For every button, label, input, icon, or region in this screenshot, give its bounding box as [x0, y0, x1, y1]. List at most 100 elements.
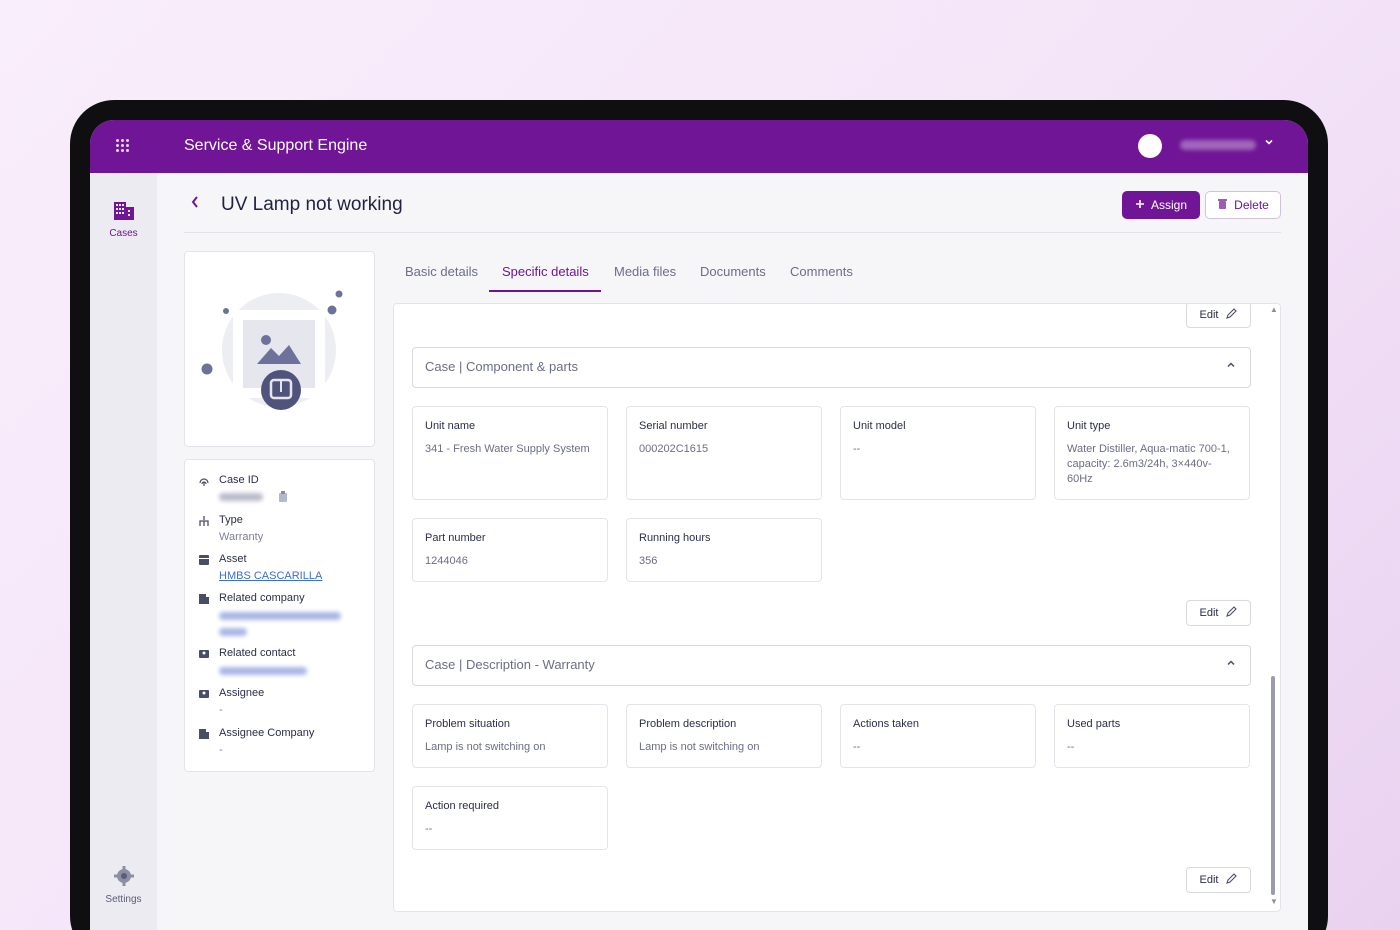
hierarchy-icon — [198, 515, 210, 527]
chevron-left-icon — [191, 196, 198, 208]
chevron-up-icon[interactable] — [1226, 657, 1236, 671]
scroll-up-arrow-icon[interactable]: ▲ — [1270, 305, 1278, 314]
specific-details-panel: Edit Case | Component & parts Unit name … — [393, 303, 1281, 912]
field-label: Part number — [425, 532, 486, 544]
edit-button-label: Edit — [1199, 607, 1219, 619]
case-id-label: Case ID — [219, 474, 259, 486]
type-label: Type — [219, 514, 243, 526]
image-placeholder-illustration — [201, 290, 343, 410]
field-value: 341 - Fresh Water Supply System — [425, 443, 590, 455]
field-used-parts: Used parts -- — [1054, 704, 1250, 768]
field-value: -- — [853, 443, 861, 455]
field-label: Action required — [425, 800, 499, 812]
field-problem-description: Problem description Lamp is not switchin… — [626, 704, 822, 768]
field-value: 000202C1615 — [639, 443, 709, 455]
scroll-down-arrow-icon[interactable]: ▼ — [1270, 897, 1278, 906]
edit-button-label: Edit — [1199, 309, 1219, 321]
field-label: Used parts — [1067, 718, 1121, 730]
scrollbar-thumb[interactable] — [1271, 676, 1275, 895]
field-unit-model: Unit model -- — [840, 406, 1036, 500]
sidebar: Cases Settings — [90, 173, 157, 930]
plus-icon — [1135, 198, 1145, 212]
type-value: Warranty — [219, 531, 264, 543]
sidebar-item-label: Cases — [109, 228, 138, 239]
field-label: Problem description — [639, 718, 737, 730]
sidebar-item-cases[interactable]: Cases — [90, 201, 157, 239]
assignee-company-label: Assignee Company — [219, 727, 315, 739]
tab-media-files[interactable]: Media files — [614, 264, 676, 279]
user-name-blurred[interactable] — [1180, 140, 1256, 150]
chevron-down-icon[interactable] — [1264, 136, 1274, 150]
tab-specific-details[interactable]: Specific details — [502, 264, 589, 279]
field-value: 1244046 — [425, 555, 468, 567]
contact-card-icon — [198, 688, 210, 700]
sidebar-item-settings[interactable]: Settings — [90, 865, 157, 905]
related-contact-value-blurred[interactable] — [219, 667, 307, 675]
delete-button[interactable]: Delete — [1205, 191, 1281, 219]
trash-icon — [1217, 198, 1228, 213]
section-title: Case | Component & parts — [425, 359, 578, 374]
field-value: Water Distiller, Aqua-matic 700-1, capac… — [1067, 443, 1230, 485]
sidebar-item-label: Settings — [105, 894, 142, 905]
assign-button[interactable]: Assign — [1122, 191, 1200, 219]
back-button[interactable] — [190, 195, 200, 214]
field-action-required: Action required -- — [412, 786, 608, 850]
case-id-value-blurred — [219, 493, 263, 501]
section-header-component-parts[interactable]: Case | Component & parts — [412, 347, 1251, 388]
case-info-card: Case ID Type Warranty Asset HMBS CASCARI… — [184, 459, 375, 772]
field-label: Serial number — [639, 420, 708, 432]
assign-button-label: Assign — [1150, 198, 1188, 212]
copy-icon[interactable] — [278, 491, 288, 506]
field-running-hours: Running hours 356 — [626, 518, 822, 582]
field-serial-number: Serial number 000202C1615 — [626, 406, 822, 500]
page-header: UV Lamp not working Assign Delete — [184, 180, 1281, 233]
fingerprint-icon — [198, 475, 210, 487]
field-label: Problem situation — [425, 718, 510, 730]
field-value: -- — [853, 741, 861, 753]
field-value: Lamp is not switching on — [425, 741, 546, 753]
field-label: Actions taken — [853, 718, 920, 730]
field-problem-situation: Problem situation Lamp is not switching … — [412, 704, 608, 768]
asset-link[interactable]: HMBS CASCARILLA — [219, 570, 322, 582]
app-screen: Service & Support Engine Cases Settings … — [90, 120, 1308, 930]
avatar[interactable] — [1138, 134, 1162, 158]
tab-documents[interactable]: Documents — [700, 264, 766, 279]
building-icon — [90, 201, 157, 224]
building-icon — [198, 728, 210, 740]
edit-button[interactable]: Edit — [1186, 867, 1251, 893]
related-company-label: Related company — [219, 592, 305, 604]
asset-label: Asset — [219, 553, 247, 565]
asset-icon — [198, 554, 210, 566]
edit-button-label: Edit — [1199, 874, 1219, 886]
field-label: Unit type — [1067, 420, 1111, 432]
related-company-value-blurred-2[interactable] — [219, 628, 247, 636]
field-part-number: Part number 1244046 — [412, 518, 608, 582]
field-value: -- — [425, 823, 433, 835]
edit-button[interactable]: Edit — [1186, 600, 1251, 626]
field-label: Unit model — [853, 420, 906, 432]
delete-button-label: Delete — [1234, 198, 1269, 212]
pencil-icon — [1226, 606, 1238, 620]
field-value: -- — [1067, 741, 1075, 753]
field-label: Running hours — [639, 532, 711, 544]
tab-comments[interactable]: Comments — [790, 264, 853, 279]
field-unit-type: Unit type Water Distiller, Aqua-matic 70… — [1054, 406, 1250, 500]
top-bar: Service & Support Engine — [90, 120, 1308, 173]
page-title: UV Lamp not working — [221, 194, 403, 215]
tab-basic-details[interactable]: Basic details — [405, 264, 478, 279]
field-value: Lamp is not switching on — [639, 741, 760, 753]
field-value: 356 — [639, 555, 658, 567]
related-company-value-blurred[interactable] — [219, 612, 341, 620]
section-header-description-warranty[interactable]: Case | Description - Warranty — [412, 645, 1251, 686]
active-tab-indicator — [489, 290, 601, 292]
assignee-label: Assignee — [219, 687, 265, 699]
related-contact-label: Related contact — [219, 647, 296, 659]
chevron-up-icon[interactable] — [1226, 359, 1236, 373]
pencil-icon — [1226, 873, 1238, 887]
app-title: Service & Support Engine — [184, 137, 368, 154]
app-grid-icon[interactable] — [116, 139, 130, 153]
field-actions-taken: Actions taken -- — [840, 704, 1036, 768]
edit-button[interactable]: Edit — [1186, 304, 1251, 328]
case-image-card — [184, 251, 375, 447]
assignee-company-value: - — [219, 744, 223, 756]
